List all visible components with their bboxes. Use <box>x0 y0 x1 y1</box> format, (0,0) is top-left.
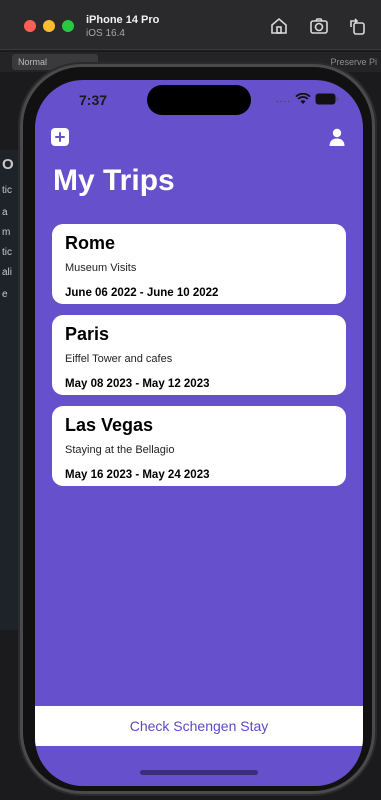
trip-card[interactable]: Rome Museum Visits June 06 2022 - June 1… <box>52 224 346 304</box>
background-text: e <box>2 289 8 300</box>
status-indicators: .... <box>276 93 339 105</box>
simulator-titlebar: iPhone 14 Pro iOS 16.4 <box>0 0 381 50</box>
wifi-icon <box>295 93 311 105</box>
trip-card[interactable]: Paris Eiffel Tower and cafes May 08 2023… <box>52 315 346 395</box>
background-panel: O tic a m tic ali e <box>0 150 22 630</box>
background-text: tic <box>2 247 12 258</box>
trip-dates: June 06 2022 - June 10 2022 <box>65 287 219 299</box>
background-text: a <box>2 207 8 218</box>
check-schengen-stay-button[interactable]: Check Schengen Stay <box>124 717 275 735</box>
trip-description: Staying at the Bellagio <box>65 444 175 456</box>
trip-card[interactable]: Las Vegas Staying at the Bellagio May 16… <box>52 406 346 486</box>
page-title: My Trips <box>53 164 175 197</box>
trip-dates: May 16 2023 - May 24 2023 <box>65 469 210 481</box>
background-text: tic <box>2 185 12 196</box>
app-screen: 7:37 .... My Trips Rome Museum Visits Ju… <box>35 80 363 786</box>
close-window-button[interactable] <box>24 20 36 32</box>
screenshot-icon[interactable] <box>308 15 330 37</box>
background-text: ali <box>2 267 13 278</box>
trip-description: Museum Visits <box>65 262 137 274</box>
person-icon <box>329 128 345 146</box>
signal-icon: .... <box>275 93 291 105</box>
trip-dates: May 08 2023 - May 12 2023 <box>65 378 210 390</box>
trip-name: Las Vegas <box>65 415 154 435</box>
zoom-window-button[interactable] <box>62 20 74 32</box>
trip-name: Paris <box>65 324 110 344</box>
background-text: O <box>2 156 14 173</box>
plus-square-icon <box>55 132 65 142</box>
minimize-window-button[interactable] <box>43 20 55 32</box>
trip-description: Eiffel Tower and cafes <box>65 353 173 365</box>
trip-name: Rome <box>65 233 116 253</box>
simulator-device-name: iPhone 14 Pro <box>86 14 160 26</box>
battery-icon <box>315 93 339 105</box>
dynamic-island <box>147 85 251 115</box>
bottom-bar: Check Schengen Stay <box>35 706 363 746</box>
home-icon[interactable] <box>268 15 290 37</box>
profile-button[interactable] <box>327 127 347 147</box>
simulator-os-version: iOS 16.4 <box>86 28 125 39</box>
status-time: 7:37 <box>79 92 108 108</box>
background-right-label: Preserve Pi <box>330 57 377 67</box>
home-indicator[interactable] <box>140 770 258 775</box>
add-trip-button[interactable] <box>51 128 69 146</box>
background-text: m <box>2 227 11 238</box>
rotate-icon[interactable] <box>346 15 368 37</box>
